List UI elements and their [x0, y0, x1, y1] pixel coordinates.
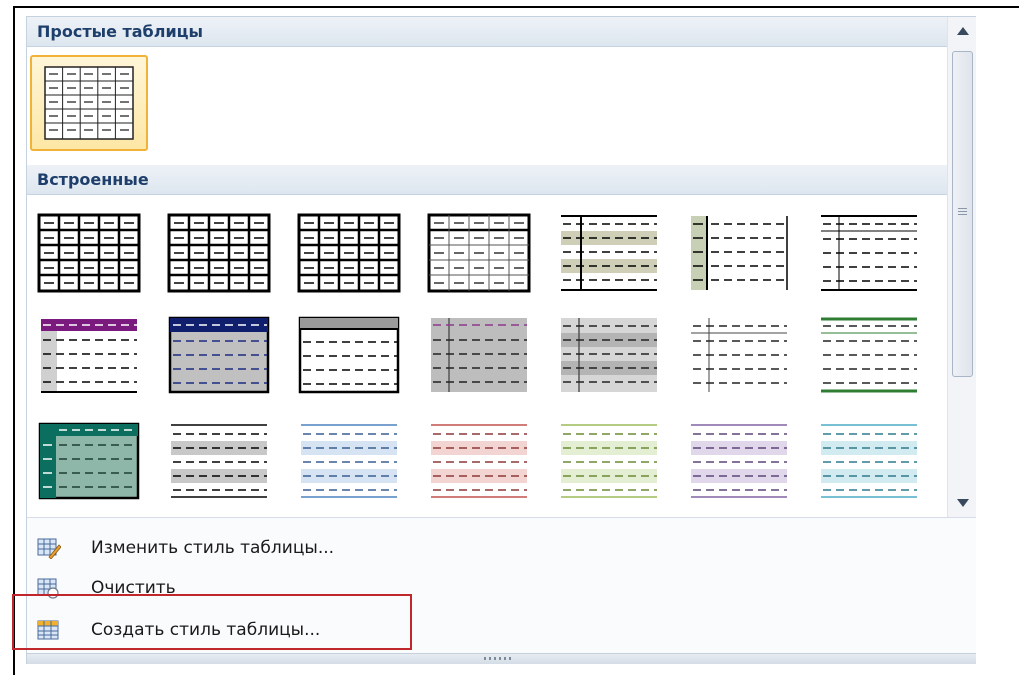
table-style-light-aqua[interactable]: [810, 413, 928, 509]
table-style-gray-striped[interactable]: [160, 413, 278, 509]
scroll-down-arrow-icon: [956, 499, 969, 507]
menu-item-modify-style[interactable]: Изменить стиль таблицы...: [27, 528, 976, 568]
edit-table-style-icon: [37, 538, 61, 559]
table-style-icon: [821, 215, 917, 291]
table-style-green-lines[interactable]: [810, 307, 928, 403]
table-style-thin-lines[interactable]: [680, 307, 798, 403]
table-style-icon: [561, 318, 657, 392]
table-style-plain-grid[interactable]: [30, 55, 148, 151]
table-style-icon: [691, 216, 788, 290]
table-style-grid-4[interactable]: [420, 205, 538, 301]
frame-top-border: [13, 6, 1019, 8]
frame-left-border: [13, 6, 15, 675]
resize-grip-icon: [484, 657, 514, 660]
table-style-gray-purple[interactable]: [420, 307, 538, 403]
table-style-dotted-rows[interactable]: [550, 205, 668, 301]
table-style-light-purple[interactable]: [680, 413, 798, 509]
scroll-grip-icon: [958, 208, 967, 217]
menu-label-modify: Изменить стиль таблицы...: [91, 538, 335, 558]
table-styles-gallery: Простые таблицы Встроенные Изменить стил…: [26, 16, 976, 664]
table-style-light-blue[interactable]: [290, 413, 408, 509]
resize-grip[interactable]: [27, 653, 976, 664]
table-style-icon: [821, 317, 917, 393]
table-style-icon: [38, 422, 140, 500]
table-style-icon: [561, 215, 657, 291]
table-style-gray-bands[interactable]: [550, 307, 668, 403]
table-style-grid-2[interactable]: [160, 205, 278, 301]
table-style-icon: [41, 319, 137, 393]
table-style-icon: [821, 424, 917, 498]
table-style-icon: [298, 316, 400, 394]
scroll-up-arrow-icon: [956, 27, 969, 35]
gallery-scrollbar[interactable]: [947, 17, 976, 517]
table-style-icon: [301, 424, 397, 498]
section-header-plain: Простые таблицы: [27, 17, 947, 47]
scroll-up-button[interactable]: [948, 17, 977, 45]
table-style-dotted-header[interactable]: [290, 307, 408, 403]
table-style-light-red[interactable]: [420, 413, 538, 509]
scroll-thumb[interactable]: [952, 51, 973, 377]
scroll-down-button[interactable]: [948, 489, 977, 517]
table-style-icon: [44, 66, 134, 140]
table-style-grid-3[interactable]: [290, 205, 408, 301]
table-style-icon: [167, 213, 271, 293]
table-style-icon: [691, 318, 787, 392]
highlight-annotation-box: [12, 594, 412, 650]
table-style-icon: [37, 213, 141, 293]
table-style-icon: [431, 424, 527, 498]
table-style-navy-header[interactable]: [160, 307, 278, 403]
section-header-builtin: Встроенные: [27, 165, 947, 195]
table-style-icon: [297, 213, 401, 293]
table-style-light-green[interactable]: [550, 413, 668, 509]
table-style-icon: [168, 316, 270, 394]
table-style-purple-header[interactable]: [30, 307, 148, 403]
table-style-icon: [691, 424, 787, 498]
table-style-icon: [427, 213, 531, 293]
table-style-icon: [171, 424, 267, 498]
table-style-dotted-column[interactable]: [680, 205, 798, 301]
table-style-icon: [431, 318, 527, 392]
table-style-grid-1[interactable]: [30, 205, 148, 301]
table-style-teal-dotted[interactable]: [30, 413, 148, 509]
table-style-icon: [561, 424, 657, 498]
table-style-simple-lines[interactable]: [810, 205, 928, 301]
